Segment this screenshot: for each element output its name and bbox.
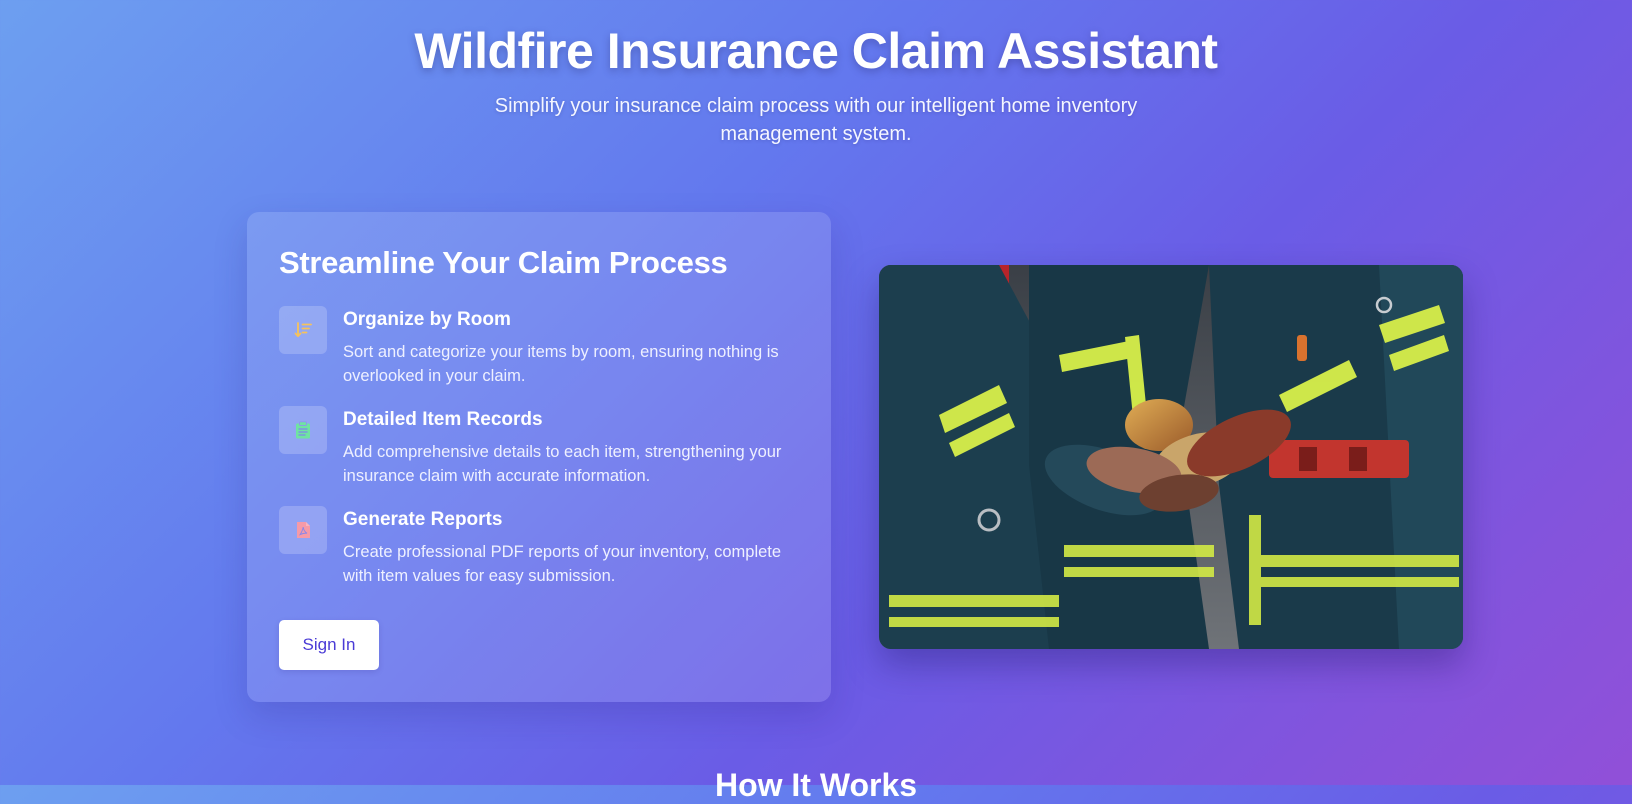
clipboard-list-icon — [279, 406, 327, 454]
page-subtitle: Simplify your insurance claim process wi… — [494, 95, 1138, 145]
how-it-works-heading: How It Works — [714, 767, 918, 803]
sort-list-icon — [279, 306, 327, 354]
feature-item-records: Detailed Item Records Add comprehensive … — [279, 406, 799, 506]
page-title: Wildfire Insurance Claim Assistant — [414, 23, 1218, 79]
feature-item-organize: Organize by Room Sort and categorize you… — [279, 306, 799, 406]
feature-title: Detailed Item Records — [343, 409, 543, 430]
feature-description: Sort and categorize your items by room, … — [343, 343, 779, 385]
feature-description: Create professional PDF reports of your … — [343, 543, 782, 585]
feature-title: Organize by Room — [343, 309, 511, 330]
feature-item-reports: Generate Reports Create professional PDF… — [279, 506, 799, 606]
feature-title: Generate Reports — [343, 509, 503, 530]
feature-card: Streamline Your Claim Process Organize b… — [247, 212, 831, 702]
feature-description: Add comprehensive details to each item, … — [343, 443, 782, 485]
sign-in-button[interactable]: Sign In — [279, 620, 379, 670]
card-title: Streamline Your Claim Process — [279, 245, 728, 280]
firefighters-photo — [879, 265, 1463, 649]
feature-list: Organize by Room Sort and categorize you… — [279, 306, 799, 606]
pdf-file-icon — [279, 506, 327, 554]
